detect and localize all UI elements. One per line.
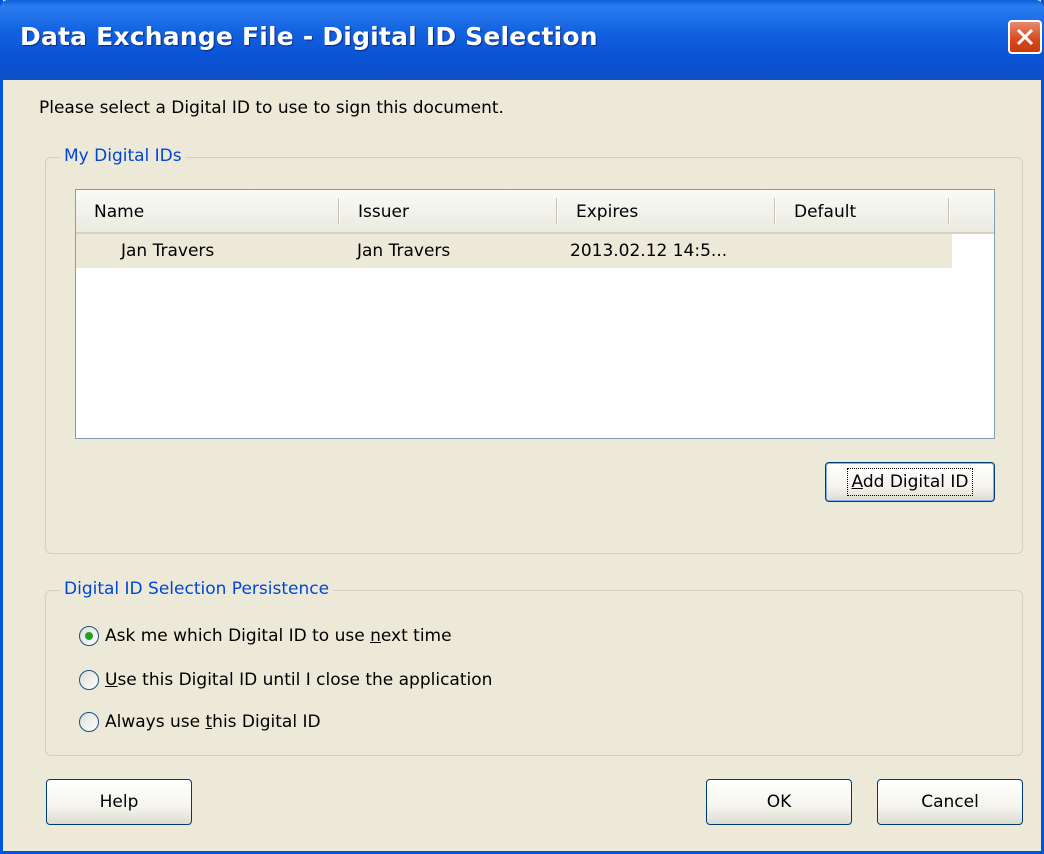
digital-id-list[interactable]: Name Issuer Expires Default Jan Travers … xyxy=(75,189,995,439)
column-label: Name xyxy=(94,202,145,222)
radio-label: Use this Digital ID until I close the ap… xyxy=(105,670,493,690)
add-digital-id-button[interactable]: Add Digital ID xyxy=(825,462,995,502)
table-row[interactable]: Jan Travers Jan Travers 2013.02.12 14:5.… xyxy=(76,234,952,268)
cell-name: Jan Travers xyxy=(121,241,215,261)
instruction-text: Please select a Digital ID to use to sig… xyxy=(39,98,504,118)
persistence-legend: Digital ID Selection Persistence xyxy=(60,579,334,599)
column-header-default[interactable]: Default xyxy=(776,190,950,232)
column-header-issuer[interactable]: Issuer xyxy=(340,190,558,232)
cancel-button[interactable]: Cancel xyxy=(877,779,1023,825)
column-header-expires[interactable]: Expires xyxy=(558,190,776,232)
help-button[interactable]: Help xyxy=(46,779,192,825)
column-label: Default xyxy=(794,202,857,222)
window-title: Data Exchange File - Digital ID Selectio… xyxy=(20,22,598,51)
dialog-window: Data Exchange File - Digital ID Selectio… xyxy=(0,0,1044,854)
my-digital-ids-legend: My Digital IDs xyxy=(60,146,186,166)
cell-expires: 2013.02.12 14:5... xyxy=(570,241,728,261)
close-icon xyxy=(1016,28,1034,46)
close-button[interactable] xyxy=(1008,20,1042,54)
list-header: Name Issuer Expires Default xyxy=(76,190,994,234)
radio-button-selected[interactable] xyxy=(79,626,99,646)
ok-button[interactable]: OK xyxy=(706,779,852,825)
radio-button[interactable] xyxy=(79,670,99,690)
radio-label: Ask me which Digital ID to use next time xyxy=(105,626,452,646)
title-bar[interactable]: Data Exchange File - Digital ID Selectio… xyxy=(0,0,1044,80)
radio-label: Always use this Digital ID xyxy=(105,712,321,732)
column-label: Expires xyxy=(576,202,639,222)
column-label: Issuer xyxy=(358,202,409,222)
add-digital-id-label: Add Digital ID xyxy=(846,468,974,496)
radio-button[interactable] xyxy=(79,712,99,732)
column-header-name[interactable]: Name xyxy=(76,190,340,232)
cell-issuer: Jan Travers xyxy=(357,241,451,261)
